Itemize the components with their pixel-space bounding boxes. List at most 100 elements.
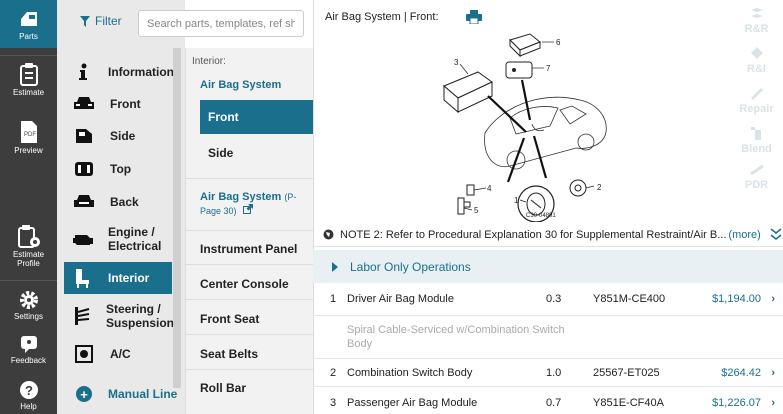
part-row[interactable]: 2 Combination Switch Body 1.0 25567-ET02… bbox=[313, 359, 783, 387]
row-description: Passenger Air Bag Module bbox=[347, 397, 478, 409]
filter-button[interactable]: Filter bbox=[80, 14, 122, 28]
subcategory-link-roll-bar[interactable]: Roll Bar bbox=[200, 381, 246, 395]
op-label: R&I bbox=[747, 63, 766, 75]
subcategory-link-seat-belts[interactable]: Seat Belts bbox=[200, 347, 258, 361]
note-more-link[interactable]: (more) bbox=[728, 229, 760, 241]
category-side[interactable]: Side bbox=[66, 124, 174, 148]
category-label: Back bbox=[110, 195, 139, 209]
category-back[interactable]: Back bbox=[66, 190, 174, 214]
subcategory-item-side[interactable]: Side bbox=[200, 136, 313, 170]
callout-4: 4 bbox=[487, 184, 492, 193]
op-blend[interactable]: Blend bbox=[730, 126, 783, 155]
labor-only-header[interactable]: Labor Only Operations bbox=[313, 250, 783, 283]
category-label: A/C bbox=[110, 347, 131, 361]
row-price: $1,194.00 bbox=[712, 293, 761, 305]
ppage-title: Air Bag System bbox=[200, 191, 282, 203]
diagram-code: C30-04891 bbox=[526, 213, 556, 219]
category-interior[interactable]: Interior bbox=[64, 262, 172, 294]
app-root: Parts Estimate PDF Preview Estimate Prof… bbox=[0, 0, 783, 414]
filter-label: Filter bbox=[95, 14, 122, 28]
car-top-icon bbox=[72, 159, 96, 179]
part-row[interactable]: 3 Passenger Air Bag Module 0.7 Y851E-CF4… bbox=[313, 388, 783, 414]
pdf-icon: PDF bbox=[20, 121, 37, 143]
category-label: Front bbox=[110, 97, 141, 111]
subcategory-link-instrument-panel[interactable]: Instrument Panel bbox=[200, 242, 297, 256]
category-front[interactable]: Front bbox=[66, 92, 174, 116]
rail-feedback[interactable]: Feedback bbox=[0, 334, 57, 368]
callout-3: 3 bbox=[454, 58, 459, 67]
airbag-diagram: 1 2 3 4 5 6 7 C30-04891 bbox=[443, 33, 607, 222]
search-input[interactable] bbox=[138, 10, 304, 37]
rail-estimate-label: Estimate bbox=[12, 88, 45, 97]
subcategory-link-center-console[interactable]: Center Console bbox=[200, 277, 289, 291]
labor-only-label: Labor Only Operations bbox=[350, 259, 471, 274]
category-scrollbar[interactable] bbox=[173, 48, 181, 388]
subcategory-divider bbox=[185, 299, 313, 300]
rail-estimate[interactable]: Estimate bbox=[0, 62, 57, 104]
category-steering-suspension[interactable]: Steering / Suspension bbox=[66, 298, 174, 334]
part-row[interactable]: 1 Driver Air Bag Module 0.3 Y851M-CE400 … bbox=[313, 284, 783, 316]
external-link-icon bbox=[242, 204, 253, 214]
rail-preview[interactable]: PDF Preview bbox=[0, 120, 57, 162]
subcategory-divider bbox=[185, 264, 313, 265]
callout-5: 5 bbox=[474, 206, 479, 215]
diagram-title: Air Bag System | Front: bbox=[325, 11, 439, 23]
manual-line-button[interactable]: + Manual Line bbox=[76, 386, 177, 402]
svg-text:?: ? bbox=[25, 383, 33, 398]
row-description: Spiral Cable-Serviced w/Combination Swit… bbox=[347, 324, 565, 350]
callout-1: 1 bbox=[514, 196, 519, 205]
category-label: Information bbox=[108, 65, 174, 79]
op-repair[interactable]: Repair bbox=[730, 86, 783, 115]
row-price: $264.42 bbox=[721, 367, 761, 379]
rail-parts[interactable]: Parts bbox=[0, 0, 57, 48]
part-5-sensor bbox=[457, 197, 471, 215]
subcategory-ppage-link[interactable]: Air Bag System (P-Page 30) bbox=[200, 190, 310, 218]
note-bar: NOTE 2: Refer to Procedural Explanation … bbox=[313, 223, 783, 247]
category-top[interactable]: Top bbox=[66, 157, 174, 181]
part-6-module bbox=[509, 33, 541, 58]
subcategory-link-front-seat[interactable]: Front Seat bbox=[200, 312, 259, 326]
category-label: Interior bbox=[108, 271, 150, 285]
part-4-sensor bbox=[466, 184, 475, 196]
op-ri[interactable]: R&I bbox=[730, 46, 783, 75]
subcategory-divider bbox=[185, 369, 313, 370]
subcategory-item-label: Side bbox=[208, 146, 234, 160]
dent-tool-icon bbox=[749, 164, 764, 176]
gear-icon bbox=[19, 291, 38, 309]
subcategory-divider bbox=[185, 334, 313, 335]
rail-feedback-label: Feedback bbox=[10, 356, 47, 365]
part-3-airbag-module bbox=[443, 71, 493, 114]
category-label: Steering / Suspension bbox=[106, 302, 175, 330]
category-ac[interactable]: A/C bbox=[66, 342, 174, 366]
ac-icon bbox=[72, 344, 96, 364]
row-part-number: 25567-ET025 bbox=[593, 367, 660, 379]
steering-icon bbox=[72, 306, 92, 326]
wrench-icon bbox=[750, 88, 763, 100]
info-icon bbox=[72, 62, 94, 82]
chevron-right-icon[interactable]: › bbox=[771, 284, 775, 315]
subcategory-divider bbox=[185, 230, 313, 231]
row-hours: 0.3 bbox=[546, 293, 562, 305]
row-price: $1,226.07 bbox=[712, 397, 761, 409]
rail-settings[interactable]: Settings bbox=[0, 290, 57, 324]
left-rail: Parts Estimate PDF Preview Estimate Prof… bbox=[0, 0, 57, 414]
clipboard-icon bbox=[19, 63, 38, 86]
filter-icon bbox=[80, 15, 90, 27]
operation-column: R&R R&I Repair Blend PDR bbox=[730, 0, 783, 220]
row-part-number: Y851E-CF40A bbox=[593, 397, 664, 409]
callout-2: 2 bbox=[597, 183, 602, 192]
rail-parts-label: Parts bbox=[19, 32, 38, 41]
subcategory-divider bbox=[185, 178, 313, 179]
caret-right-icon bbox=[332, 261, 338, 272]
chevron-right-icon[interactable]: › bbox=[771, 359, 775, 387]
category-information[interactable]: Information bbox=[66, 60, 174, 84]
op-rr[interactable]: R&R bbox=[730, 6, 783, 35]
chevron-right-icon[interactable]: › bbox=[771, 388, 775, 414]
row-number: 1 bbox=[330, 293, 337, 305]
category-engine-electrical[interactable]: Engine / Electrical bbox=[66, 222, 174, 256]
subcategory-item-front[interactable]: Front bbox=[200, 100, 313, 134]
print-icon[interactable] bbox=[466, 10, 482, 24]
op-pdr[interactable]: PDR bbox=[730, 164, 783, 191]
rail-estimate-profile[interactable]: Estimate Profile bbox=[0, 224, 57, 270]
rail-help[interactable]: ? Help bbox=[0, 380, 57, 414]
